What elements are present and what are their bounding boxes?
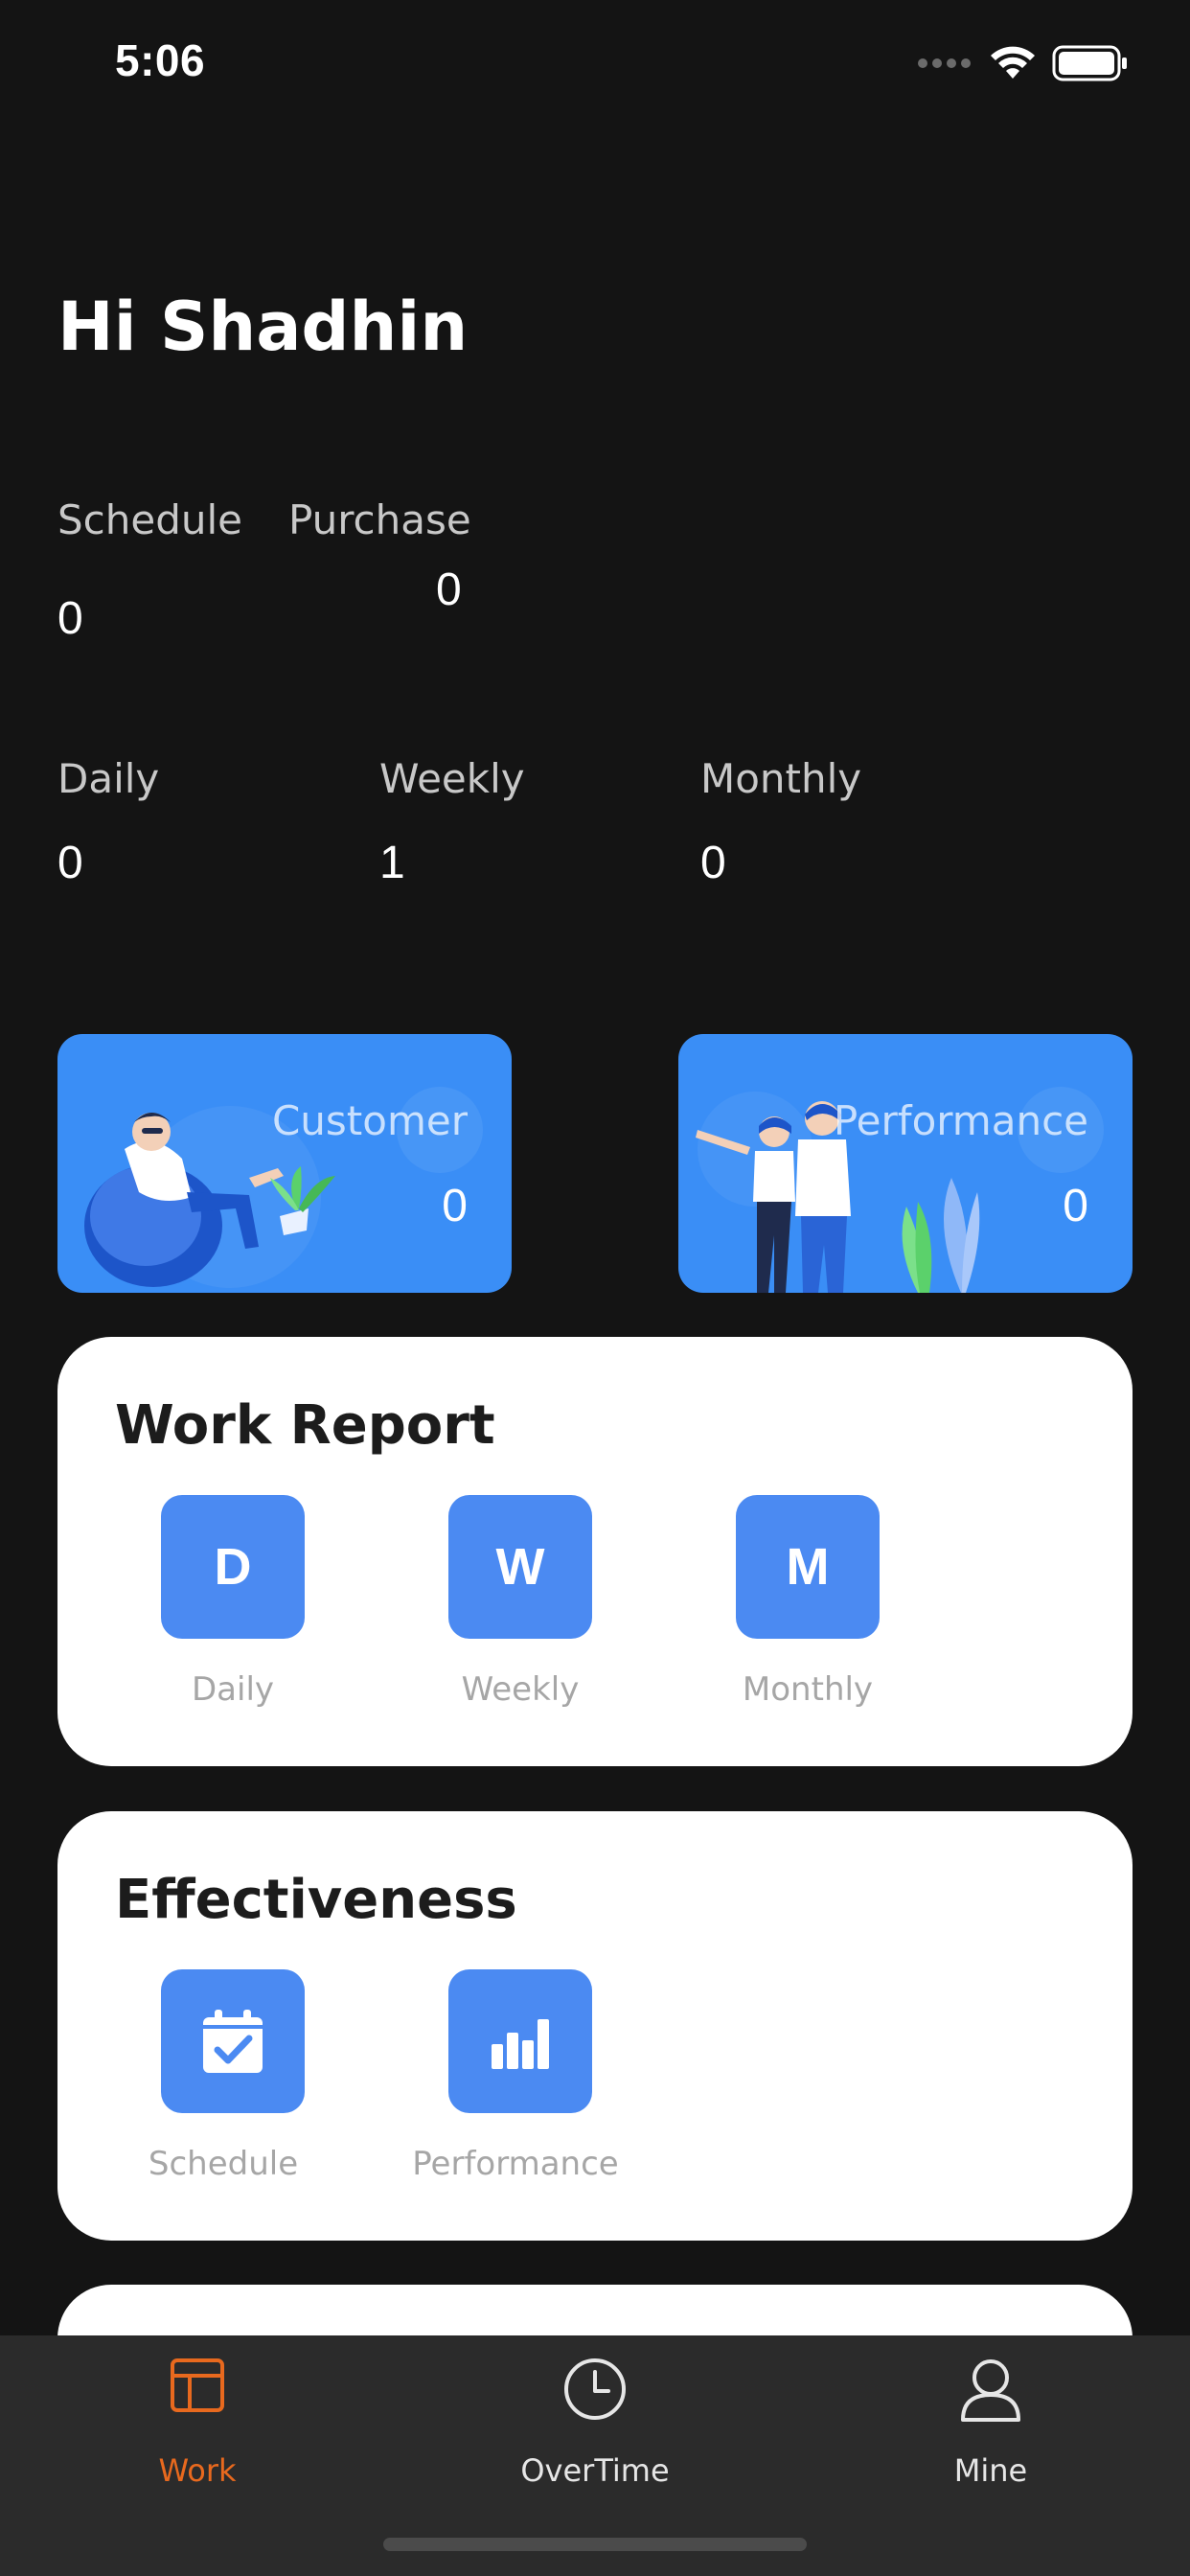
customer-card[interactable]: Customer 0 — [57, 1034, 512, 1293]
daily-report-button[interactable]: D — [161, 1495, 305, 1639]
daily-report-letter: D — [214, 1538, 252, 1596]
tab-overtime-label: OverTime — [520, 2452, 670, 2489]
performance-card-value: 0 — [1063, 1181, 1088, 1231]
daily-value: 0 — [57, 838, 83, 888]
schedule-label: Schedule — [57, 496, 242, 543]
layout-icon — [171, 2358, 224, 2412]
weekly-report-label: Weekly — [461, 1670, 580, 1709]
schedule-button[interactable] — [161, 1969, 305, 2113]
performance-card-title: Performance — [833, 1097, 1088, 1144]
status-icons — [918, 42, 1129, 84]
purchase-value: 0 — [436, 564, 462, 615]
signal-icon — [918, 58, 971, 68]
tab-mine[interactable]: Mine — [847, 2335, 1134, 2508]
daily-label: Daily — [57, 755, 160, 802]
greeting-title: Hi Shadhin — [57, 288, 469, 366]
effectiveness-title: Effectiveness — [115, 1869, 517, 1931]
weekly-label: Weekly — [379, 755, 525, 802]
tab-work[interactable]: Work — [54, 2335, 341, 2508]
daily-report-label: Daily — [191, 1670, 275, 1709]
performance-card[interactable]: Performance 0 — [678, 1034, 1133, 1293]
weekly-report-letter: W — [495, 1538, 545, 1596]
bar-chart-icon — [492, 2019, 549, 2069]
monthly-label: Monthly — [700, 755, 862, 802]
performance-button[interactable] — [448, 1969, 592, 2113]
tab-overtime[interactable]: OverTime — [451, 2335, 739, 2508]
performance-tile-label: Performance — [412, 2145, 619, 2183]
work-report-title: Work Report — [115, 1394, 495, 1457]
wifi-icon — [991, 46, 1035, 79]
work-report-panel: Work Report D Daily W Weekly M Monthly — [57, 1337, 1133, 1766]
monthly-value: 0 — [700, 838, 726, 888]
status-bar: 5:06 — [0, 0, 1190, 126]
battery-icon — [1052, 45, 1127, 81]
schedule-value: 0 — [57, 593, 83, 644]
monthly-report-button[interactable]: M — [736, 1495, 880, 1639]
schedule-tile-label: Schedule — [148, 2145, 299, 2183]
customer-card-title: Customer — [271, 1097, 468, 1144]
home-indicator[interactable] — [383, 2538, 807, 2551]
status-time: 5:06 — [115, 35, 206, 85]
tab-mine-label: Mine — [953, 2452, 1028, 2489]
purchase-label: Purchase — [288, 496, 471, 543]
user-icon — [961, 2359, 1020, 2422]
monthly-report-label: Monthly — [742, 1670, 874, 1709]
tab-work-label: Work — [158, 2452, 237, 2489]
clock-icon — [564, 2358, 626, 2420]
effectiveness-panel: Effectiveness Schedule Performance — [57, 1811, 1133, 2241]
calendar-check-icon — [203, 2010, 263, 2073]
weekly-report-button[interactable]: W — [448, 1495, 592, 1639]
monthly-report-letter: M — [786, 1538, 830, 1596]
weekly-value: 1 — [379, 838, 405, 888]
customer-card-value: 0 — [442, 1181, 468, 1231]
